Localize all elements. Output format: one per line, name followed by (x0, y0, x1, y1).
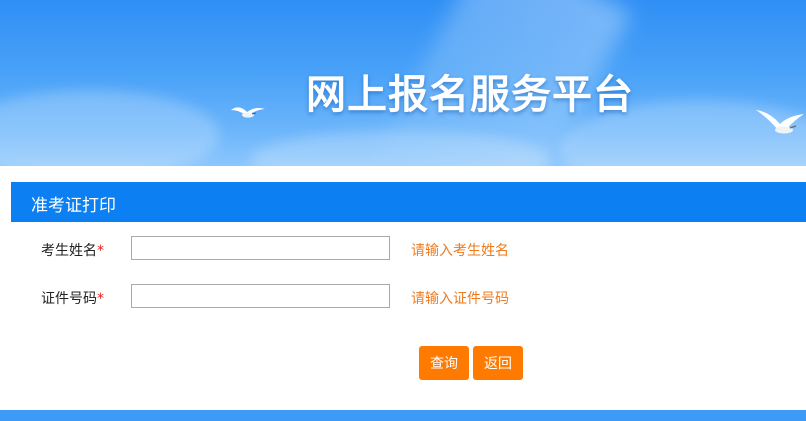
name-label: 考生姓名* (41, 240, 121, 260)
query-button[interactable]: 查询 (419, 346, 469, 380)
id-number-label: 证件号码* (41, 288, 121, 308)
name-input[interactable] (131, 236, 390, 260)
cloud-decoration (0, 90, 220, 166)
id-number-hint: 请输入证件号码 (411, 291, 509, 307)
id-number-label-text: 证件号码 (41, 291, 97, 307)
panel-header: 准考证打印 (11, 182, 806, 222)
back-button[interactable]: 返回 (473, 346, 523, 380)
banner-title: 网上报名服务平台 (306, 72, 634, 118)
name-hint: 请输入考生姓名 (411, 243, 509, 259)
seagull-icon (231, 107, 265, 118)
panel-title: 准考证打印 (31, 196, 116, 216)
required-marker: * (97, 243, 104, 259)
seagull-icon (756, 110, 804, 134)
header-banner: 网上报名服务平台 (0, 0, 806, 166)
id-number-input[interactable] (131, 284, 390, 308)
name-label-text: 考生姓名 (41, 243, 97, 259)
required-marker: * (97, 291, 104, 307)
footer-strip (0, 410, 806, 421)
